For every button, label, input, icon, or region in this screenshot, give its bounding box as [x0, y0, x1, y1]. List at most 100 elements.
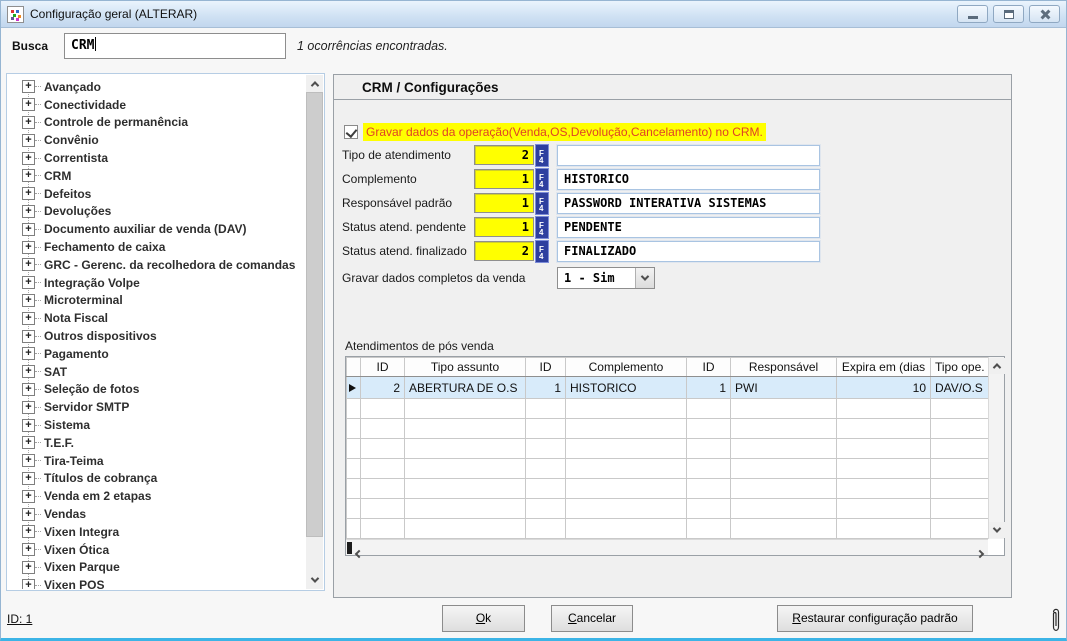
col-header[interactable]: Responsável: [731, 358, 837, 377]
f4-lookup-button[interactable]: F4: [535, 144, 549, 167]
expand-plus-icon[interactable]: +: [22, 152, 35, 165]
tree-item[interactable]: +Outros dispositivos: [8, 327, 305, 345]
tree-item[interactable]: +Venda em 2 etapas: [8, 487, 305, 505]
gravar-dados-completos-select[interactable]: 1 - Sim: [557, 267, 655, 289]
expand-plus-icon[interactable]: +: [22, 579, 35, 589]
expand-plus-icon[interactable]: +: [22, 525, 35, 538]
cell[interactable]: PWI: [731, 377, 837, 399]
f4-lookup-button[interactable]: F4: [535, 240, 549, 263]
ok-button[interactable]: Ok: [442, 605, 525, 632]
expand-plus-icon[interactable]: +: [22, 472, 35, 485]
tree-item[interactable]: +Defeitos: [8, 185, 305, 203]
scroll-left-button[interactable]: [356, 544, 362, 562]
col-header[interactable]: Expira em (dias: [837, 358, 931, 377]
expand-plus-icon[interactable]: +: [22, 223, 35, 236]
expand-plus-icon[interactable]: +: [22, 294, 35, 307]
expand-plus-icon[interactable]: +: [22, 490, 35, 503]
tree-item[interactable]: +Vendas: [8, 505, 305, 523]
scroll-right-button[interactable]: [977, 544, 983, 562]
expand-plus-icon[interactable]: +: [22, 347, 35, 360]
tree-item[interactable]: +SAT: [8, 363, 305, 381]
expand-plus-icon[interactable]: +: [22, 98, 35, 111]
tree-item[interactable]: +Avançado: [8, 78, 305, 96]
expand-plus-icon[interactable]: +: [22, 330, 35, 343]
tree-item[interactable]: +Documento auxiliar de venda (DAV): [8, 220, 305, 238]
tree-item[interactable]: +Microterminal: [8, 292, 305, 310]
maximize-button[interactable]: [993, 5, 1024, 23]
field-value-input[interactable]: PENDENTE: [557, 217, 820, 238]
expand-plus-icon[interactable]: +: [22, 276, 35, 289]
expand-plus-icon[interactable]: +: [22, 419, 35, 432]
tree-item[interactable]: +Fechamento de caixa: [8, 238, 305, 256]
expand-plus-icon[interactable]: +: [22, 205, 35, 218]
table-row-selected[interactable]: 2 ABERTURA DE O.S 1 HISTORICO 1 PWI 10 D…: [347, 377, 989, 399]
tree-item[interactable]: +Nota Fiscal: [8, 309, 305, 327]
f4-lookup-button[interactable]: F4: [535, 168, 549, 191]
scrollbar-thumb[interactable]: [306, 92, 323, 537]
tree-item[interactable]: +Pagamento: [8, 345, 305, 363]
tree-item[interactable]: +Seleção de fotos: [8, 381, 305, 399]
tree-item[interactable]: +Servidor SMTP: [8, 398, 305, 416]
tree-item[interactable]: +Vixen POS: [8, 576, 305, 589]
expand-plus-icon[interactable]: +: [22, 508, 35, 521]
expand-plus-icon[interactable]: +: [22, 561, 35, 574]
scroll-up-button[interactable]: [306, 76, 323, 92]
table-vertical-scrollbar[interactable]: [988, 357, 1004, 539]
col-header[interactable]: Tipo assunto: [405, 358, 526, 377]
tree-item[interactable]: +Correntista: [8, 149, 305, 167]
minimize-button[interactable]: [957, 5, 988, 23]
expand-plus-icon[interactable]: +: [22, 365, 35, 378]
tree-item[interactable]: +Tira-Teima: [8, 452, 305, 470]
restore-defaults-button[interactable]: Restaurar configuração padrão: [777, 605, 973, 632]
expand-plus-icon[interactable]: +: [22, 169, 35, 182]
field-code-input[interactable]: 1: [474, 169, 534, 189]
field-value-input[interactable]: PASSWORD INTERATIVA SISTEMAS: [557, 193, 820, 214]
field-value-input[interactable]: [557, 145, 820, 166]
field-value-input[interactable]: FINALIZADO: [557, 241, 820, 262]
scroll-up-button[interactable]: [989, 358, 1005, 374]
tree-scrollbar[interactable]: [306, 75, 323, 589]
cell[interactable]: DAV/O.S: [931, 377, 989, 399]
cell[interactable]: 1: [687, 377, 731, 399]
expand-plus-icon[interactable]: +: [22, 383, 35, 396]
col-header[interactable]: Complemento: [566, 358, 687, 377]
scroll-down-button[interactable]: [989, 522, 1005, 538]
tree-item[interactable]: +Vixen Integra: [8, 523, 305, 541]
cancel-button[interactable]: Cancelar: [551, 605, 633, 632]
tree-item[interactable]: +Vixen Ótica: [8, 541, 305, 559]
cell[interactable]: 10: [837, 377, 931, 399]
tree-item[interactable]: +Conectividade: [8, 96, 305, 114]
checkbox-checked-icon[interactable]: [344, 125, 358, 139]
expand-plus-icon[interactable]: +: [22, 241, 35, 254]
expand-plus-icon[interactable]: +: [22, 436, 35, 449]
field-code-input[interactable]: 1: [474, 193, 534, 213]
tree-item[interactable]: +Convênio: [8, 131, 305, 149]
tree-item[interactable]: +Vixen Parque: [8, 559, 305, 577]
expand-plus-icon[interactable]: +: [22, 187, 35, 200]
field-code-input[interactable]: 1: [474, 217, 534, 237]
field-code-input[interactable]: 2: [474, 145, 534, 165]
f4-lookup-button[interactable]: F4: [535, 216, 549, 239]
field-value-input[interactable]: HISTORICO: [557, 169, 820, 190]
col-header[interactable]: ID: [526, 358, 566, 377]
expand-plus-icon[interactable]: +: [22, 80, 35, 93]
scroll-down-button[interactable]: [306, 572, 323, 588]
tree-item[interactable]: +Títulos de cobrança: [8, 470, 305, 488]
f4-lookup-button[interactable]: F4: [535, 192, 549, 215]
close-button[interactable]: [1029, 5, 1060, 23]
cell[interactable]: 1: [526, 377, 566, 399]
search-input[interactable]: CRM: [64, 33, 286, 59]
table-horizontal-scrollbar[interactable]: [346, 539, 988, 555]
dropdown-arrow-button[interactable]: [635, 268, 654, 288]
expand-plus-icon[interactable]: +: [22, 312, 35, 325]
col-header[interactable]: Tipo ope.: [931, 358, 989, 377]
scrollbar-thumb[interactable]: [347, 542, 352, 554]
tree-item[interactable]: +GRC - Gerenc. da recolhedora de comanda…: [8, 256, 305, 274]
field-code-input[interactable]: 2: [474, 241, 534, 261]
tree-item[interactable]: +CRM: [8, 167, 305, 185]
tree-item[interactable]: +T.E.F.: [8, 434, 305, 452]
col-header[interactable]: ID: [361, 358, 405, 377]
cell[interactable]: ABERTURA DE O.S: [405, 377, 526, 399]
col-header[interactable]: ID: [687, 358, 731, 377]
tree-item[interactable]: +Sistema: [8, 416, 305, 434]
